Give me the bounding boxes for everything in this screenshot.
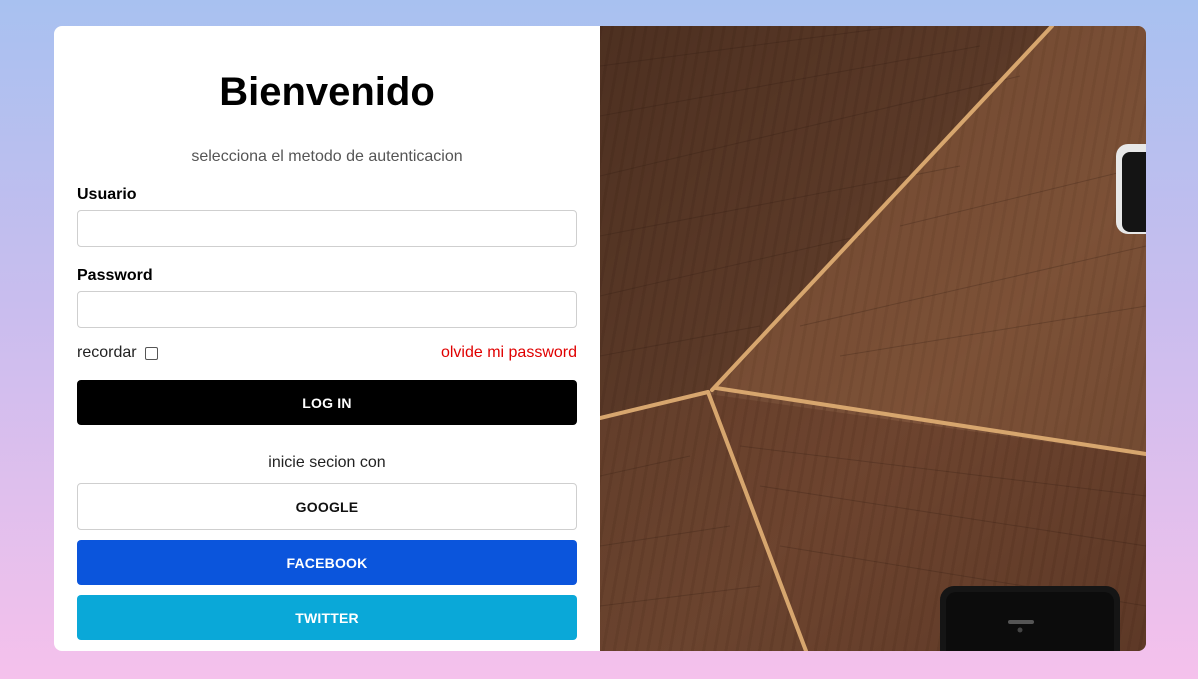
- password-input[interactable]: [77, 291, 577, 328]
- remember-row: recordar: [77, 344, 158, 362]
- hero-image: [600, 26, 1146, 651]
- twitter-login-button[interactable]: TWITTER: [77, 595, 577, 640]
- facebook-login-button[interactable]: FACEBOOK: [77, 540, 577, 585]
- login-card: Bienvenido selecciona el metodo de auten…: [54, 26, 1146, 651]
- page-title: Bienvenido: [219, 70, 435, 114]
- google-login-button[interactable]: GOOGLE: [77, 483, 577, 530]
- phone-bottom-right: [940, 586, 1120, 651]
- login-form: Bienvenido selecciona el metodo de auten…: [54, 26, 600, 651]
- remember-checkbox[interactable]: [144, 346, 158, 360]
- social-login-prompt: inicie secion con: [268, 454, 386, 471]
- username-label: Usuario: [77, 186, 137, 203]
- login-button[interactable]: LOG IN: [77, 380, 577, 425]
- remember-label: recordar: [77, 344, 137, 361]
- username-input[interactable]: [77, 210, 577, 247]
- auth-method-subtitle: selecciona el metodo de autenticacion: [191, 148, 463, 165]
- phone-top-right: [1116, 144, 1146, 234]
- forgot-password-link[interactable]: olvide mi password: [441, 344, 577, 362]
- password-label: Password: [77, 267, 153, 284]
- wooden-table-image: [600, 26, 1146, 651]
